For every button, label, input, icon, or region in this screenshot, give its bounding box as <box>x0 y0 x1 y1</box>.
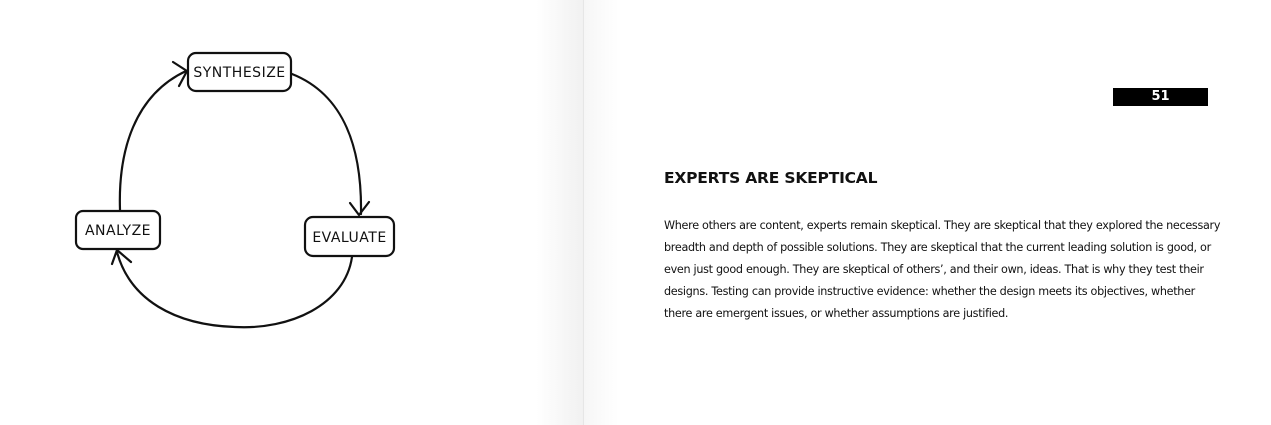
design-cycle-diagram: SYNTHESIZE EVALUATE ANALYZE <box>74 51 396 329</box>
node-synthesize-label: SYNTHESIZE <box>193 65 285 81</box>
arrowhead-into-analyze <box>110 248 133 266</box>
node-analyze: ANALYZE <box>74 209 162 251</box>
section-heading: EXPERTS ARE SKEPTICAL <box>664 169 878 187</box>
book-spread: SYNTHESIZE EVALUATE ANALYZE 51 EXPERTS A… <box>0 0 1271 425</box>
node-synthesize: SYNTHESIZE <box>186 51 293 93</box>
arc-synthesize-to-evaluate <box>290 72 363 216</box>
page-number: 51 <box>1113 88 1208 106</box>
node-evaluate: EVALUATE <box>303 215 396 258</box>
left-page: SYNTHESIZE EVALUATE ANALYZE <box>0 0 583 425</box>
arc-evaluate-to-analyze <box>115 250 354 329</box>
arc-analyze-to-synthesize <box>118 69 188 212</box>
right-page: 51 EXPERTS ARE SKEPTICAL Where others ar… <box>584 0 1271 425</box>
arrowhead-into-evaluate <box>348 200 371 217</box>
body-paragraph: Where others are content, experts remain… <box>664 219 1221 320</box>
node-evaluate-label: EVALUATE <box>312 230 386 246</box>
node-analyze-label: ANALYZE <box>85 223 151 239</box>
